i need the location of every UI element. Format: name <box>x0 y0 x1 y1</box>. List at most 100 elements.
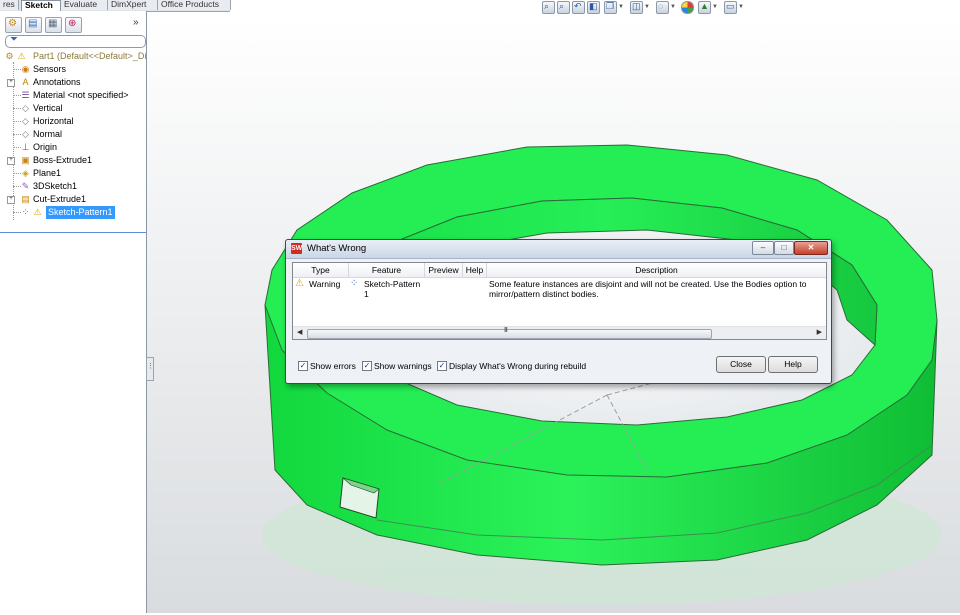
column-header-feature[interactable]: Feature <box>349 263 425 277</box>
tree-item-boss-extrude1[interactable]: + ▣ Boss-Extrude1 <box>0 154 146 167</box>
dimxpert-manager-tab[interactable]: ⊕ <box>65 17 82 33</box>
minimize-button[interactable]: – <box>752 241 774 255</box>
section-view-icon[interactable]: ◧ <box>587 1 600 14</box>
apply-scene-icon[interactable]: ▲ <box>698 1 711 14</box>
sketch-pattern-icon: ⁘ <box>350 278 359 289</box>
edit-appearance-icon[interactable] <box>681 1 694 14</box>
tab-features[interactable]: res <box>0 0 19 10</box>
tree-item-horizontal[interactable]: ◇ Horizontal <box>0 115 146 128</box>
chevron-down-icon[interactable]: ▼ <box>712 4 718 10</box>
checkbox-checked-icon: ✓ <box>437 361 447 371</box>
column-header-description[interactable]: Description <box>487 263 826 277</box>
issues-list[interactable]: Type Feature Preview Help Description ⚠ … <box>292 262 827 340</box>
scrollbar-thumb[interactable]: III <box>307 327 712 339</box>
close-button[interactable]: Close <box>716 356 766 373</box>
tree-item-sketch-pattern1[interactable]: ⁘ ⚠ Sketch-Pattern1 <box>0 206 146 219</box>
maximize-button[interactable]: □ <box>774 241 794 255</box>
row-feature: Sketch-Pattern 1 <box>364 279 421 299</box>
display-style-icon[interactable]: ◫ <box>630 1 643 14</box>
chevron-down-icon[interactable]: ▼ <box>618 4 624 10</box>
dimxpert-icon: ⊕ <box>68 18 77 29</box>
horizontal-scrollbar[interactable]: ◀ III ▶ <box>293 326 826 339</box>
origin-icon: ⊥ <box>21 142 30 152</box>
tree-item-label: Part1 (Default<<Default>_Di <box>33 51 147 61</box>
property-icon: ▤ <box>28 18 38 29</box>
tab-dimxpert[interactable]: DimXpert <box>108 0 158 10</box>
tree-item-3dsketch1[interactable]: ✎ 3DSketch1 <box>0 180 146 193</box>
feature-tree-icon: ⚙ <box>8 18 17 29</box>
configuration-manager-tab[interactable]: ▦ <box>45 17 62 33</box>
chevron-right-icon[interactable]: » <box>133 17 139 28</box>
tree-item-part1[interactable]: ⚙ ⚠ Part1 (Default<<Default>_Di <box>0 50 146 63</box>
tree-item-label: 3DSketch1 <box>33 181 78 191</box>
sketch-pattern-icon: ⁘ <box>21 207 30 217</box>
checkbox-checked-icon: ✓ <box>362 361 372 371</box>
row-description: Some feature instances are disjoint and … <box>489 279 807 299</box>
table-row[interactable]: ⚠ Warning ⁘ Sketch-Pattern 1 Some featur… <box>293 278 826 302</box>
close-window-button[interactable]: ✕ <box>794 241 828 255</box>
panel-tabs: ⚙ ▤ ▦ ⊕ » <box>0 15 146 33</box>
chevron-down-icon[interactable]: ▼ <box>670 4 676 10</box>
previous-view-icon[interactable]: ↶ <box>572 1 585 14</box>
plane-icon: ◇ <box>22 103 29 113</box>
checkbox-label: Show warnings <box>374 361 432 371</box>
selection-underline <box>0 232 146 233</box>
tree-item-sensors[interactable]: ◉ Sensors <box>0 63 146 76</box>
feature-manager-panel: ⚙ ▤ ▦ ⊕ » ⏷ ⚙ ⚠ Part1 (Default<<Default>… <box>0 11 147 613</box>
tree-item-label: Sensors <box>33 64 67 74</box>
hide-show-items-icon[interactable]: ◌ <box>656 1 669 14</box>
tree-item-normal[interactable]: ◇ Normal <box>0 128 146 141</box>
help-button[interactable]: Help <box>768 356 818 373</box>
grip-icon: ⋮ <box>147 363 154 370</box>
heads-up-view-toolbar: ⌕ ⌕ ↶ ◧ ❒ ▼ ◫ ▼ ◌ ▼ ▲ ▼ ▭ ▼ <box>542 1 747 15</box>
warning-icon: ⚠ <box>17 51 26 61</box>
tree-item-vertical[interactable]: ◇ Vertical <box>0 102 146 115</box>
chevron-down-icon[interactable]: ▼ <box>738 4 744 10</box>
property-manager-tab[interactable]: ▤ <box>25 17 42 33</box>
tree-item-label: Horizontal <box>33 116 74 126</box>
chevron-down-icon[interactable]: ▼ <box>644 4 650 10</box>
column-header-type[interactable]: Type <box>293 263 349 277</box>
panel-splitter-handle[interactable]: ⋮ <box>146 357 154 381</box>
annotations-icon: A <box>22 77 29 87</box>
expand-icon[interactable]: + <box>7 79 15 87</box>
tree-item-annotations[interactable]: + A Annotations <box>0 76 146 89</box>
configuration-icon: ▦ <box>48 18 58 29</box>
view-settings-icon[interactable]: ▭ <box>724 1 737 14</box>
tree-item-label: Annotations <box>33 77 81 87</box>
scroll-right-icon[interactable]: ▶ <box>817 328 822 336</box>
checkbox-label: Show errors <box>310 361 356 371</box>
dialog-title: What's Wrong <box>307 243 367 254</box>
tree-item-label: Normal <box>33 129 63 139</box>
tab-office-products[interactable]: Office Products <box>158 0 231 10</box>
zoom-to-fit-icon[interactable]: ⌕ <box>542 1 555 14</box>
row-type: Warning <box>309 279 341 289</box>
expand-icon[interactable]: + <box>7 157 15 165</box>
checkbox-label: Display What's Wrong during rebuild <box>449 361 587 371</box>
whats-wrong-dialog: SW What's Wrong – □ ✕ Type Feature Previ… <box>285 239 832 384</box>
extrude-icon: ▣ <box>21 155 30 165</box>
material-icon: ☰ <box>21 90 30 100</box>
tree-item-cut-extrude1[interactable]: + ▤ Cut-Extrude1 <box>0 193 146 206</box>
tree-item-label: Vertical <box>33 103 63 113</box>
list-header: Type Feature Preview Help Description <box>293 263 826 278</box>
tree-item-label: Boss-Extrude1 <box>33 155 93 165</box>
tab-evaluate[interactable]: Evaluate <box>61 0 108 10</box>
warning-icon: ⚠ <box>295 278 304 289</box>
tree-item-label: Cut-Extrude1 <box>33 194 87 204</box>
column-header-help[interactable]: Help <box>463 263 487 277</box>
tree-filter-input[interactable]: ⏷ <box>5 34 146 48</box>
tree-item-origin[interactable]: ⊥ Origin <box>0 141 146 154</box>
expand-icon[interactable]: + <box>7 196 15 204</box>
feature-manager-tab[interactable]: ⚙ <box>5 17 22 33</box>
tree-item-material[interactable]: ☰ Material <not specified> <box>0 89 146 102</box>
column-header-preview[interactable]: Preview <box>425 263 463 277</box>
3dsketch-icon: ✎ <box>21 181 30 191</box>
view-orientation-icon[interactable]: ❒ <box>604 1 617 14</box>
zoom-to-area-icon[interactable]: ⌕ <box>557 1 570 14</box>
solidworks-logo-icon: SW <box>291 243 303 254</box>
tree-item-plane1[interactable]: ◈ Plane1 <box>0 167 146 180</box>
dialog-titlebar[interactable]: SW What's Wrong – □ ✕ <box>286 240 831 259</box>
cut-extrude-icon: ▤ <box>21 194 30 204</box>
scroll-left-icon[interactable]: ◀ <box>297 328 302 336</box>
